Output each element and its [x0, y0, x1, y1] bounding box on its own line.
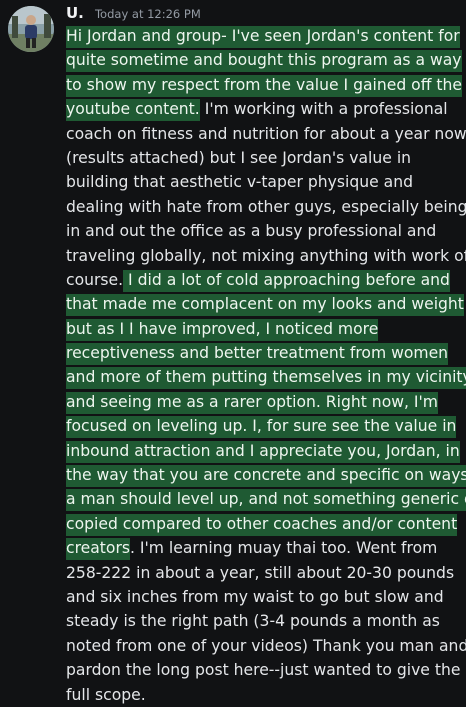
- message-text: I'm working with a professional: [199, 100, 448, 119]
- message-line: to show my respect from the value I gain…: [66, 73, 463, 97]
- message-text: noted from one of your videos) Thank you…: [66, 636, 466, 655]
- message-line: and seeing me as a rarer option. Right n…: [66, 390, 462, 414]
- message-line: and six inches from my waist to go but s…: [66, 585, 462, 609]
- message-line: in and out the office as a busy professi…: [66, 219, 462, 243]
- message-text: full scope.: [66, 685, 146, 704]
- highlighted-text: focused on leveling up. I, for sure see …: [66, 416, 457, 439]
- highlighted-text: Hi Jordan and group- I've seen Jordan's …: [66, 26, 460, 48]
- message-text: building that aesthetic v-taper physique…: [66, 173, 413, 192]
- message-text: 258-222 in about a year, still about 20-…: [66, 563, 455, 582]
- message-text: in and out the office as a busy professi…: [66, 222, 437, 241]
- message-line: building that aesthetic v-taper physique…: [66, 170, 462, 194]
- highlighted-text: that made me complacent on my looks and …: [66, 294, 464, 317]
- message-line: 258-222 in about a year, still about 20-…: [66, 561, 462, 585]
- message-text: . I'm learning muay thai too. Went from: [129, 539, 438, 558]
- message-text: course.: [66, 270, 124, 289]
- message-line: a man should level up, and not something…: [66, 487, 466, 512]
- message-line: creators. I'm learning muay thai too. We…: [66, 536, 462, 561]
- highlighted-text: I did a lot of cold approaching before a…: [123, 269, 450, 292]
- highlighted-text: copied compared to other coaches and/or …: [66, 513, 458, 536]
- highlighted-text: youtube content.: [66, 99, 200, 122]
- message-line: that made me complacent on my looks and …: [66, 292, 464, 317]
- avatar[interactable]: [8, 6, 54, 52]
- highlighted-text: a man should level up, and not something…: [66, 489, 466, 512]
- message-text: steady is the right path (3-4 pounds a m…: [66, 612, 440, 631]
- timestamp: Today at 12:26 PM: [94, 7, 201, 21]
- message-line: dealing with hate from other guys, espec…: [66, 195, 466, 219]
- highlighted-text: and more of them putting themselves in m…: [66, 367, 466, 390]
- avatar-image: [8, 6, 54, 52]
- message-line: noted from one of your videos) Thank you…: [66, 634, 466, 658]
- message-line: course. I did a lot of cold approaching …: [66, 268, 462, 292]
- message-text: traveling globally, not mixing anything …: [66, 246, 466, 265]
- message-line: pardon the long post here--just wanted t…: [66, 658, 462, 682]
- message-line: steady is the right path (3-4 pounds a m…: [66, 609, 462, 633]
- message-line: Hi Jordan and group- I've seen Jordan's …: [66, 24, 462, 48]
- message-text: coach on fitness and nutrition for about…: [66, 124, 466, 143]
- highlighted-text: receptiveness and better treatment from …: [66, 343, 449, 366]
- highlighted-text: but as I I have improved, I noticed more: [66, 318, 379, 341]
- message-text: (results attached) but I see Jordan's va…: [66, 148, 412, 167]
- message-line: youtube content. I'm working with a prof…: [66, 97, 462, 122]
- message-line: inbound attraction and I appreciate you,…: [66, 439, 462, 463]
- chat-message: U. Today at 12:26 PM Hi Jordan and group…: [0, 0, 466, 704]
- message-line: traveling globally, not mixing anything …: [66, 244, 466, 268]
- message-text: pardon the long post here--just wanted t…: [66, 661, 461, 680]
- highlighted-text: to show my respect from the value I gain…: [66, 74, 463, 97]
- message-line: focused on leveling up. I, for sure see …: [66, 414, 462, 439]
- message-text: and six inches from my waist to go but s…: [66, 587, 444, 606]
- message-line: the way that you are concrete and specif…: [66, 463, 466, 488]
- message-line: (results attached) but I see Jordan's va…: [66, 146, 462, 170]
- username[interactable]: U.: [66, 4, 84, 22]
- highlighted-text: quite sometime and bought this program a…: [66, 50, 462, 73]
- message-body: Hi Jordan and group- I've seen Jordan's …: [66, 24, 466, 707]
- message-line: quite sometime and bought this program a…: [66, 48, 462, 73]
- message-line: full scope.: [66, 683, 462, 707]
- highlighted-text: inbound attraction and I appreciate you,…: [66, 440, 460, 463]
- highlighted-text: creators: [66, 538, 130, 561]
- message-text: dealing with hate from other guys, espec…: [66, 197, 466, 216]
- message-line: coach on fitness and nutrition for about…: [66, 122, 466, 146]
- message-line: copied compared to other coaches and/or …: [66, 512, 462, 536]
- message-line: but as I I have improved, I noticed more: [66, 317, 462, 341]
- highlighted-text: the way that you are concrete and specif…: [66, 465, 466, 488]
- message-line: receptiveness and better treatment from …: [66, 341, 462, 366]
- message-line: and more of them putting themselves in m…: [66, 365, 466, 390]
- highlighted-text: and seeing me as a rarer option. Right n…: [66, 391, 438, 414]
